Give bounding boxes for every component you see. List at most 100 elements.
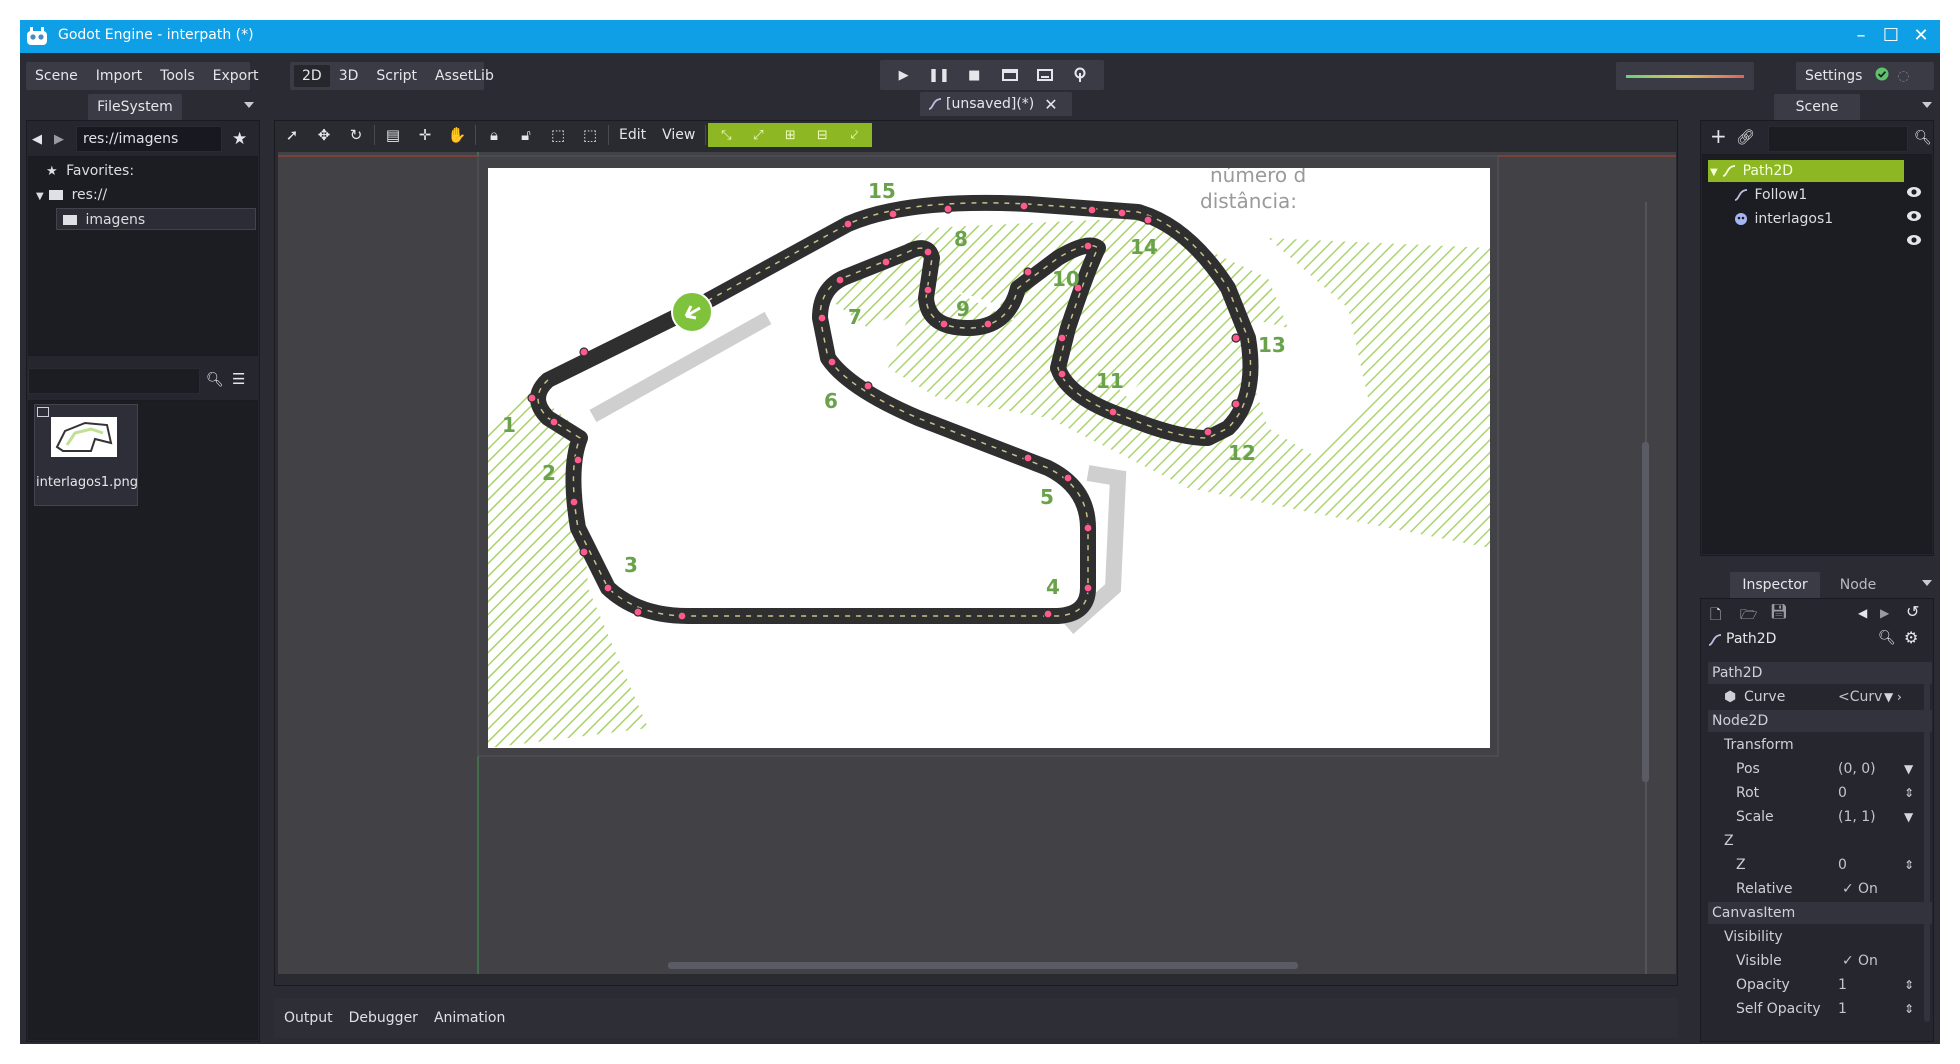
menu-import[interactable]: Import bbox=[87, 68, 151, 84]
curve-point[interactable] bbox=[843, 219, 853, 229]
play-scene-icon[interactable] bbox=[999, 64, 1021, 86]
pos-value[interactable]: (0, 0) bbox=[1838, 758, 1876, 780]
menu-tools[interactable]: Tools bbox=[151, 68, 204, 84]
curve-point[interactable] bbox=[1057, 333, 1067, 343]
select-tool-icon[interactable]: ➚ bbox=[276, 122, 308, 148]
search-icon[interactable]: 🔍︎ bbox=[206, 372, 224, 388]
curve-point[interactable] bbox=[939, 319, 949, 329]
ungroup-icon[interactable]: ⬚ bbox=[574, 122, 606, 148]
horizontal-scrollbar[interactable] bbox=[668, 962, 1298, 969]
curve-point[interactable] bbox=[835, 275, 845, 285]
curve-point[interactable] bbox=[579, 547, 589, 557]
section-node2d[interactable]: Node2D bbox=[1708, 710, 1932, 732]
curve-point[interactable] bbox=[579, 347, 589, 357]
spin-arrows-icon[interactable]: ⇕ bbox=[1904, 854, 1914, 876]
self-opacity-value[interactable]: 1 bbox=[1838, 998, 1847, 1020]
visibility-eye-icon[interactable] bbox=[1906, 208, 1922, 224]
mode-2d[interactable]: 2D bbox=[294, 65, 330, 87]
curve-point[interactable] bbox=[1083, 241, 1093, 251]
tree-folder-imagens[interactable]: imagens bbox=[56, 208, 256, 230]
property-visible[interactable]: Visible ✓ On bbox=[1708, 950, 1932, 972]
group-transform[interactable]: Transform bbox=[1708, 734, 1932, 756]
curve-point[interactable] bbox=[1231, 399, 1241, 409]
curve-point[interactable] bbox=[923, 285, 933, 295]
tree-root[interactable]: ▼ res:// bbox=[36, 184, 107, 206]
checkbox-checked-icon[interactable]: ✓ bbox=[1842, 878, 1854, 900]
unlock-icon[interactable]: 🔓︎ bbox=[510, 122, 542, 148]
scene-node-path2d[interactable]: ▼ Path2D bbox=[1708, 160, 1904, 182]
curve-point[interactable] bbox=[1019, 201, 1029, 211]
mode-assetlib[interactable]: AssetLib bbox=[426, 68, 503, 84]
curve-point[interactable] bbox=[983, 319, 993, 329]
scene-filter-input[interactable] bbox=[1768, 126, 1908, 152]
opacity-value[interactable]: 1 bbox=[1838, 974, 1847, 996]
curve-point[interactable] bbox=[1143, 215, 1153, 225]
curve-point[interactable] bbox=[817, 313, 827, 323]
rot-value[interactable]: 0 bbox=[1838, 782, 1847, 804]
editor-scene-tab[interactable]: [unsaved](*) ✕ bbox=[920, 92, 1072, 116]
group-visibility[interactable]: Visibility bbox=[1708, 926, 1932, 948]
dropdown-arrow-icon[interactable]: ▼ bbox=[1904, 806, 1913, 828]
mode-script[interactable]: Script bbox=[367, 68, 426, 84]
stop-icon[interactable]: ■ bbox=[963, 64, 985, 86]
curve-point[interactable] bbox=[633, 607, 643, 617]
path-field[interactable]: res://imagens bbox=[76, 126, 222, 152]
open-resource-icon[interactable]: 🗁 bbox=[1740, 604, 1757, 628]
add-node-icon[interactable]: + bbox=[1710, 124, 1727, 148]
curve-point[interactable] bbox=[1108, 407, 1118, 417]
curve-point[interactable] bbox=[603, 583, 613, 593]
pan-tool-icon[interactable]: ✋ bbox=[441, 122, 473, 148]
close-tab-icon[interactable]: ✕ bbox=[1044, 95, 1057, 114]
dropdown-arrow-icon[interactable]: ▼ › bbox=[1884, 686, 1902, 708]
visibility-eye-icon[interactable] bbox=[1906, 184, 1922, 200]
history-back-icon[interactable]: ◀ bbox=[1858, 606, 1867, 620]
menu-scene[interactable]: Scene bbox=[26, 68, 87, 84]
spin-arrows-icon[interactable]: ⇕ bbox=[1904, 998, 1914, 1020]
tab-output[interactable]: Output bbox=[284, 1010, 333, 1026]
curve-point[interactable] bbox=[569, 497, 579, 507]
curve-point[interactable] bbox=[1087, 205, 1097, 215]
scale-value[interactable]: (1, 1) bbox=[1838, 806, 1876, 828]
play-icon[interactable]: ▶ bbox=[893, 64, 915, 86]
tab-filesystem[interactable]: FileSystem bbox=[88, 94, 182, 120]
dock-menu-icon[interactable] bbox=[1922, 102, 1932, 108]
property-curve[interactable]: ⬢ Curve <Curv ▼ › bbox=[1708, 686, 1932, 708]
visibility-eye-icon[interactable] bbox=[1906, 232, 1922, 248]
curve-point[interactable] bbox=[827, 357, 837, 367]
save-resource-icon[interactable]: 💾︎ bbox=[1770, 604, 1788, 620]
pause-icon[interactable]: ❚❚ bbox=[928, 64, 950, 86]
group-icon[interactable]: ⬚ bbox=[542, 122, 574, 148]
curve-point[interactable] bbox=[527, 393, 537, 403]
vertical-scrollbar[interactable] bbox=[1642, 442, 1649, 782]
history-forward-icon[interactable]: ▶ bbox=[1880, 606, 1889, 620]
property-z[interactable]: Z 0 ⇕ bbox=[1708, 854, 1932, 876]
z-value[interactable]: 0 bbox=[1838, 854, 1847, 876]
curve-point[interactable] bbox=[573, 455, 583, 465]
file-search-input[interactable] bbox=[28, 368, 200, 394]
remote-debug-icon[interactable] bbox=[1069, 64, 1091, 86]
delete-point-icon[interactable]: ⊟ bbox=[806, 124, 838, 146]
gear-icon[interactable]: ⚙ bbox=[1904, 628, 1918, 647]
select-control-points-icon[interactable]: ⤢ bbox=[742, 124, 774, 146]
search-icon[interactable]: 🔍︎ bbox=[1914, 130, 1932, 146]
rotate-tool-icon[interactable]: ↻ bbox=[340, 122, 372, 148]
tab-inspector[interactable]: Inspector bbox=[1730, 572, 1820, 598]
pivot-tool-icon[interactable]: ✛ bbox=[409, 122, 441, 148]
property-pos[interactable]: Pos (0, 0) ▼ bbox=[1708, 758, 1932, 780]
property-self-opacity[interactable]: Self Opacity 1 ⇕ bbox=[1708, 998, 1932, 1020]
search-icon[interactable]: 🔍︎ bbox=[1878, 630, 1896, 646]
object-history-icon[interactable]: ↺ bbox=[1906, 602, 1919, 621]
list-select-icon[interactable]: ▤ bbox=[377, 122, 409, 148]
curve-point[interactable] bbox=[923, 247, 933, 257]
curve-point[interactable] bbox=[888, 209, 898, 219]
tab-animation[interactable]: Animation bbox=[434, 1010, 505, 1026]
checkbox-checked-icon[interactable]: ✓ bbox=[1842, 950, 1854, 972]
curve-point[interactable] bbox=[1063, 473, 1073, 483]
curve-point[interactable] bbox=[1117, 208, 1127, 218]
select-points-icon[interactable]: ⤡ bbox=[710, 124, 742, 146]
curve-point[interactable] bbox=[1083, 523, 1093, 533]
curve-point[interactable] bbox=[549, 417, 559, 427]
section-canvasitem[interactable]: CanvasItem bbox=[1708, 902, 1932, 924]
new-resource-icon[interactable]: 🗋 bbox=[1710, 604, 1721, 628]
curve-point[interactable] bbox=[1231, 333, 1241, 343]
